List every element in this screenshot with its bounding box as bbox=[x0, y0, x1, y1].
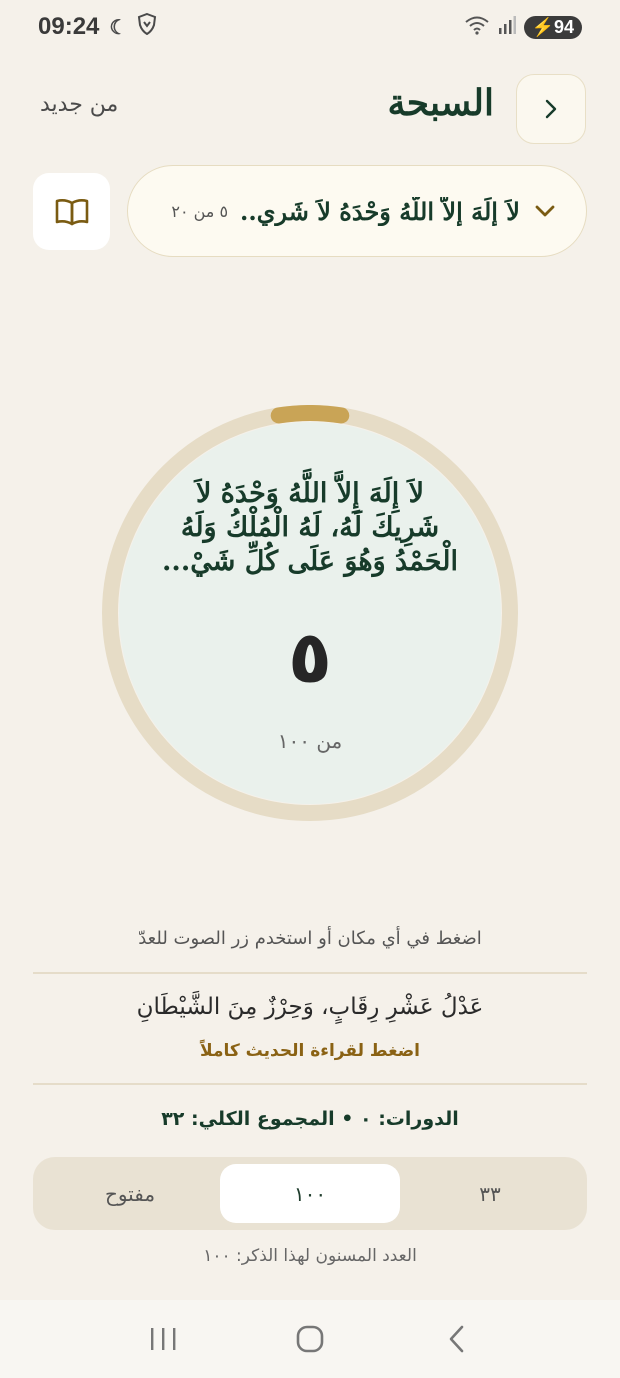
count-value: ٥ bbox=[288, 615, 332, 699]
sunnah-count-note: العدد المسنون لهذا الذكر: ١٠٠ bbox=[203, 1246, 417, 1266]
back-icon bbox=[449, 1325, 463, 1353]
chevron-down-icon bbox=[534, 199, 556, 224]
read-hadith-link[interactable]: اضغط لقراءة الحديث كاملاً bbox=[0, 1041, 620, 1061]
system-nav-bar bbox=[0, 1300, 620, 1378]
dhikr-progress-label: ٥ من ٢٠ bbox=[171, 201, 229, 221]
dhikr-dropdown[interactable]: لاَ إِلَهَ إِلاَّ اللَّهُ وَحْدَهُ لاَ ش… bbox=[127, 165, 587, 257]
target-option-33[interactable]: ٣٣ bbox=[400, 1164, 580, 1223]
rounds-total: الدورات: ٠ • المجموع الكلي: ٣٢ bbox=[161, 1108, 459, 1130]
progress-ring bbox=[102, 405, 518, 821]
home-button[interactable] bbox=[280, 1309, 340, 1369]
status-right: ⚡94 bbox=[464, 15, 582, 40]
divider bbox=[33, 1083, 587, 1085]
recents-button[interactable] bbox=[133, 1309, 193, 1369]
book-icon bbox=[55, 198, 88, 225]
signal-icon bbox=[498, 15, 516, 39]
back-nav-button[interactable] bbox=[427, 1309, 487, 1369]
page-title: السبحة bbox=[387, 82, 495, 124]
recents-icon bbox=[151, 1328, 176, 1350]
tap-hint: اضغط في أي مكان أو استخدم زر الصوت للعدّ bbox=[138, 928, 482, 949]
back-button[interactable] bbox=[516, 74, 586, 144]
divider bbox=[33, 972, 587, 974]
battery-indicator: ⚡94 bbox=[523, 15, 582, 39]
target-option-open[interactable]: مفتوح bbox=[40, 1164, 220, 1223]
dhikr-full-text: لاَ إِلَهَ إِلاَّ اللَّهُ وَحْدَهُ لاَ ش… bbox=[162, 478, 458, 577]
status-bar: 09:24 ☾ ⚡94 bbox=[0, 0, 620, 54]
status-left: 09:24 ☾ bbox=[38, 12, 157, 41]
header: من جديد السبحة bbox=[0, 72, 620, 146]
home-icon bbox=[296, 1325, 324, 1353]
count-target: من ١٠٠ bbox=[277, 729, 343, 753]
wifi-icon bbox=[464, 15, 490, 40]
virtue-text: عَدْلُ عَشْرِ رِقَابٍ، وَحِرْزٌ مِنَ الش… bbox=[136, 994, 484, 1020]
selector-row: لاَ إِلَهَ إِلاَّ اللَّهُ وَحْدَهُ لاَ ش… bbox=[0, 165, 620, 257]
shield-icon bbox=[137, 12, 157, 41]
counter-circle[interactable]: لاَ إِلَهَ إِلاَّ اللَّهُ وَحْدَهُ لاَ ش… bbox=[102, 405, 518, 821]
target-option-100[interactable]: ١٠٠ bbox=[220, 1164, 400, 1223]
battery-level: 94 bbox=[553, 16, 574, 37]
selected-dhikr: لاَ إِلَهَ إِلاَّ اللَّهُ وَحْدَهُ لاَ ش… bbox=[240, 196, 520, 226]
target-selector: ٣٣ ١٠٠ مفتوح bbox=[33, 1157, 587, 1230]
moon-icon: ☾ bbox=[109, 16, 128, 39]
chevron-right-icon bbox=[545, 99, 557, 119]
book-button[interactable] bbox=[33, 173, 110, 250]
status-time: 09:24 bbox=[38, 13, 100, 40]
reset-button[interactable]: من جديد bbox=[40, 92, 118, 117]
